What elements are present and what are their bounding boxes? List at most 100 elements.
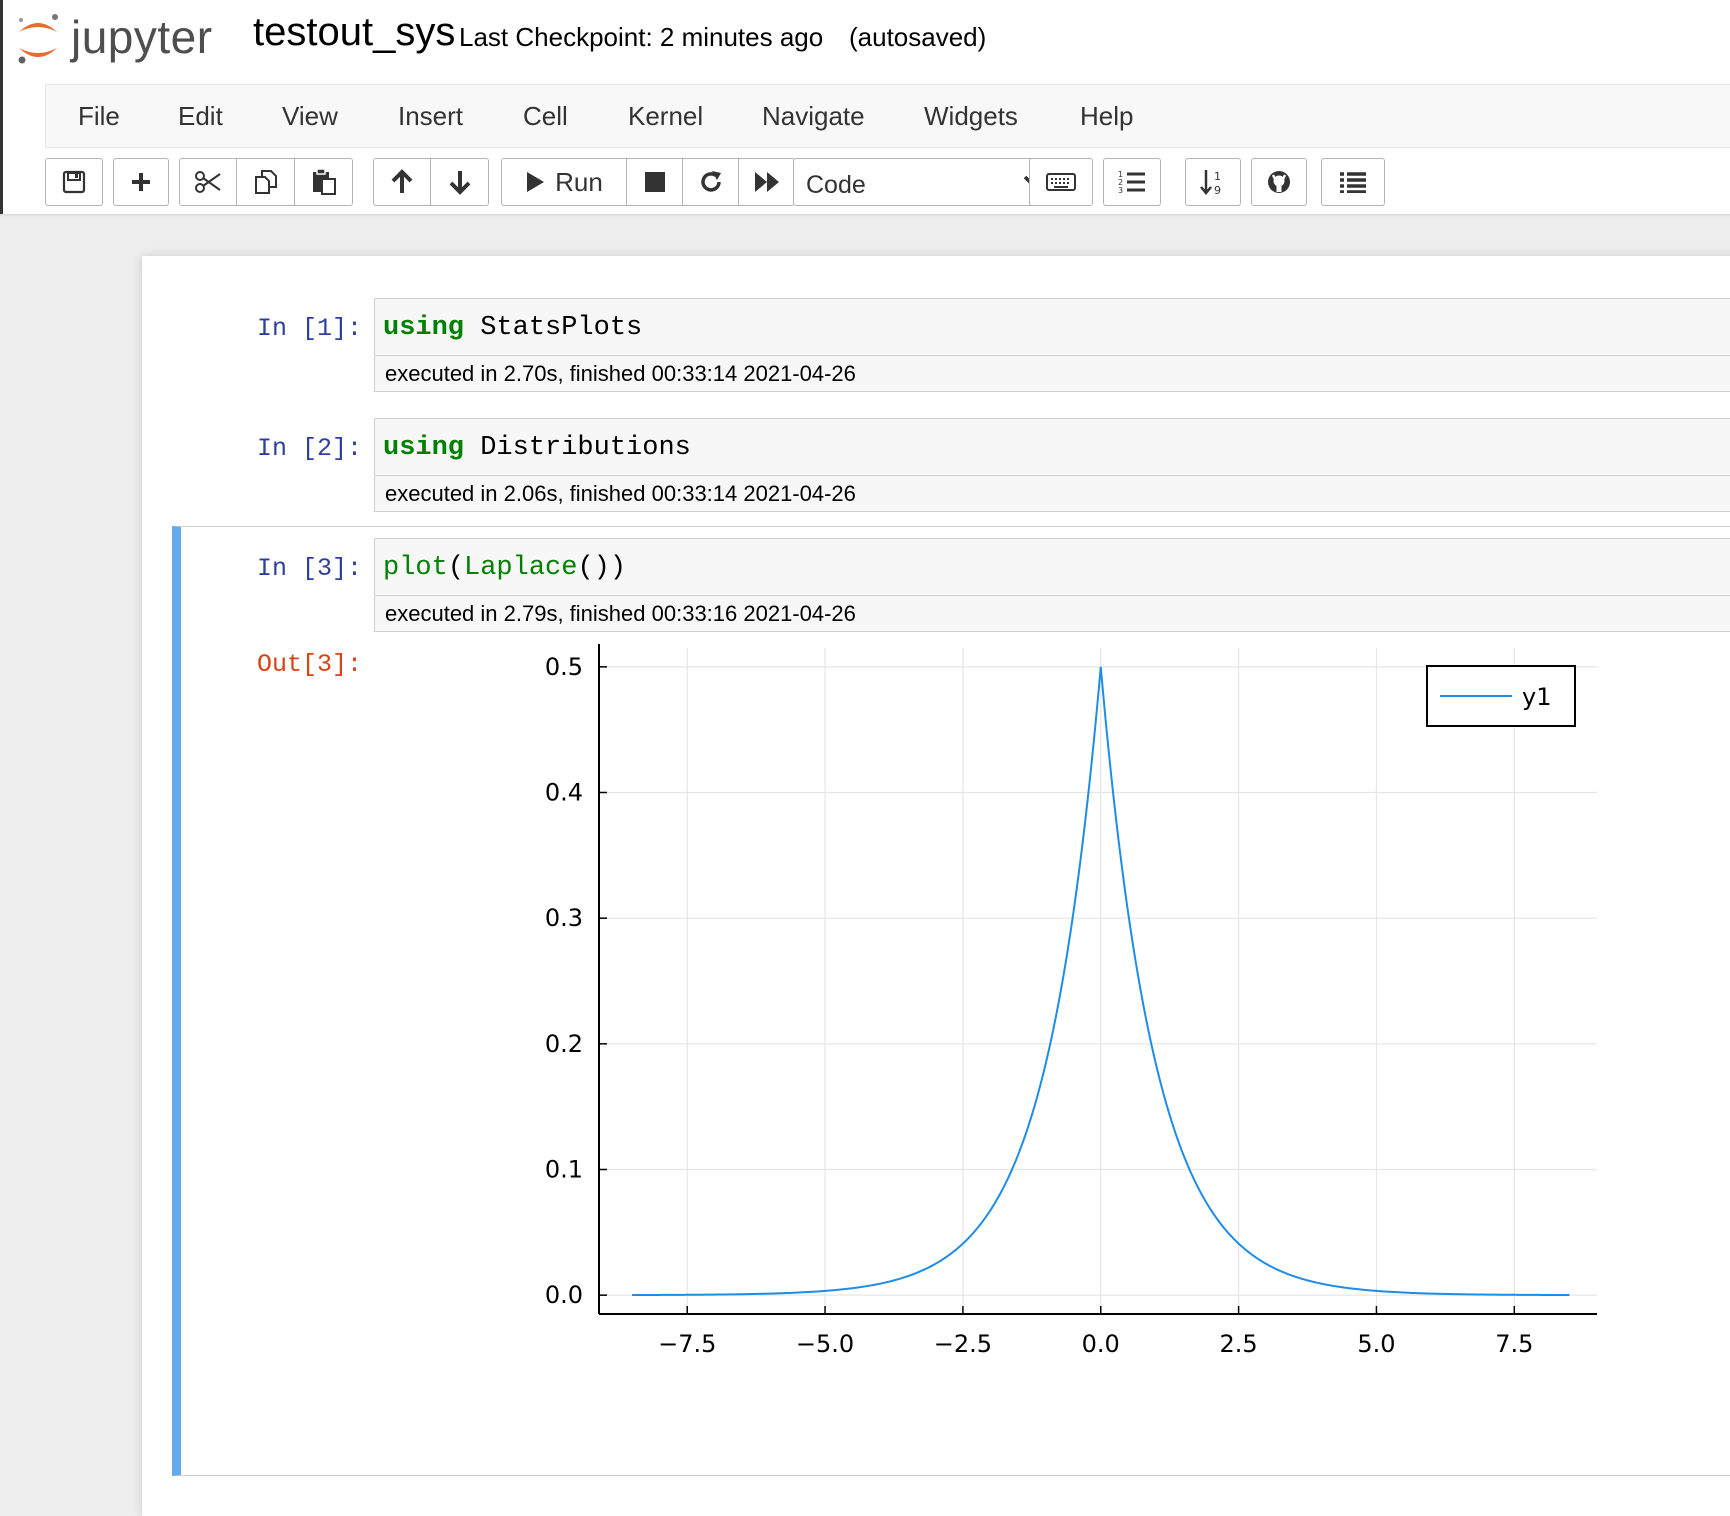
code-keyword: using [383, 433, 465, 463]
laplace-plot: −7.5 −5.0 −2.5 0.0 2.5 5.0 7.5 0.0 0.1 0.2 0.3 0.4 0… [545, 644, 1597, 1358]
restart-run-all-button[interactable] [739, 158, 795, 206]
command-palette-button[interactable] [1029, 158, 1093, 206]
input-prompt: In [3]: [256, 554, 362, 583]
stop-icon [644, 172, 665, 192]
copy-button[interactable] [237, 158, 295, 206]
plot-grid [599, 648, 1597, 1314]
toc-list-button[interactable] [1321, 158, 1385, 206]
x-tick-label: −7.5 [658, 1330, 716, 1358]
save-icon [62, 170, 86, 194]
menu-navigate[interactable]: Navigate [762, 101, 865, 132]
interrupt-button[interactable] [627, 158, 683, 206]
code-text: using StatsPlots [383, 313, 642, 343]
y-tick-label: 0.4 [545, 779, 583, 807]
list-icon [1340, 172, 1366, 193]
arrow-down-icon [449, 171, 470, 195]
copy-icon [254, 170, 277, 194]
github-button[interactable] [1251, 158, 1307, 206]
jupyter-logo[interactable]: jupyter [13, 8, 233, 66]
x-tick-label: −5.0 [796, 1330, 854, 1358]
y-tick-label: 0.1 [545, 1155, 583, 1183]
cut-button[interactable] [179, 158, 237, 206]
jupyter-logo-icon [18, 14, 58, 64]
execution-time: executed in 2.79s, finished 00:33:16 202… [374, 596, 1730, 632]
move-up-button[interactable] [373, 158, 431, 206]
y-tick-label: 0.5 [545, 653, 583, 681]
y-tick-label: 0.2 [545, 1030, 583, 1058]
menu-widgets[interactable]: Widgets [924, 101, 1018, 132]
execution-time-text: executed in 2.70s, finished 00:33:14 202… [385, 361, 856, 386]
notebook-name[interactable]: testout_sys [253, 10, 455, 55]
svg-text:9: 9 [1214, 184, 1221, 196]
autosave-status: (autosaved) [849, 22, 987, 52]
run-label: Run [555, 166, 603, 197]
menu-insert[interactable]: Insert [398, 101, 463, 132]
code-text: plot(Laplace()) [383, 553, 626, 583]
menu-cell[interactable]: Cell [523, 101, 568, 132]
x-tick-label: 0.0 [1082, 1330, 1120, 1358]
menu-edit[interactable]: Edit [178, 101, 223, 132]
code-editor[interactable]: plot(Laplace()) [374, 538, 1730, 596]
y-tick-label: 0.0 [545, 1281, 583, 1309]
plus-icon [132, 173, 150, 191]
y-tick-label: 0.3 [545, 904, 583, 932]
execution-time-text: executed in 2.06s, finished 00:33:14 202… [385, 481, 856, 506]
checkpoint-status: Last Checkpoint: 2 minutes ago [459, 22, 824, 52]
menu-help[interactable]: Help [1080, 101, 1133, 132]
code-paren: ()) [577, 553, 627, 583]
input-prompt: In [2]: [256, 434, 362, 463]
play-icon [527, 172, 545, 192]
svg-text:1: 1 [1214, 170, 1221, 183]
code-module: Distributions [464, 433, 691, 463]
sort-numeric-icon: 19 [1200, 170, 1221, 196]
header-shadow [0, 214, 1730, 218]
menu-kernel[interactable]: Kernel [628, 101, 703, 132]
execution-time-text: executed in 2.79s, finished 00:33:16 202… [385, 601, 856, 626]
save-button[interactable] [45, 158, 103, 206]
toc-numbering-button[interactable]: 123 [1103, 158, 1161, 206]
input-prompt: In [1]: [256, 314, 362, 343]
numbered-list-icon: 123 [1118, 170, 1145, 195]
menu-view[interactable]: View [282, 101, 338, 132]
svg-text:3: 3 [1118, 186, 1123, 195]
code-argument: Laplace [464, 553, 578, 583]
menubar: File Edit View Insert Cell Kernel Naviga… [45, 84, 1730, 148]
x-tick-label: 7.5 [1495, 1330, 1533, 1358]
plot-legend: y1 [1426, 665, 1576, 727]
notebook-container: In [1]: using StatsPlots executed in 2.7… [142, 256, 1730, 1516]
output-prompt: Out[3]: [256, 650, 362, 679]
code-text: using Distributions [383, 433, 691, 463]
paste-button[interactable] [295, 158, 353, 206]
x-tick-label: 5.0 [1357, 1330, 1395, 1358]
scissors-icon [195, 171, 221, 193]
legend-label-y1: y1 [1522, 683, 1551, 711]
code-paren: ( [447, 553, 465, 583]
plot-ticks: −7.5 −5.0 −2.5 0.0 2.5 5.0 7.5 0.0 0.1 0.2 0.3 0.4 0… [545, 653, 1534, 1358]
restart-icon [700, 171, 721, 192]
sort-cells-button[interactable]: 19 [1185, 158, 1241, 206]
code-keyword: using [383, 313, 465, 343]
code-editor[interactable]: using Distributions [374, 418, 1730, 476]
x-tick-label: 2.5 [1220, 1330, 1258, 1358]
paste-icon [312, 168, 336, 195]
github-icon [1268, 171, 1290, 193]
fast-forward-icon [754, 172, 779, 192]
code-module: StatsPlots [464, 313, 643, 343]
restart-kernel-button[interactable] [683, 158, 739, 206]
plot-axes [598, 644, 1597, 1315]
keyboard-icon [1046, 173, 1076, 191]
arrow-up-icon [391, 169, 413, 193]
menu-file[interactable]: File [78, 101, 120, 132]
execution-time: executed in 2.70s, finished 00:33:14 202… [374, 356, 1730, 392]
move-down-button[interactable] [431, 158, 489, 206]
code-editor[interactable]: using StatsPlots [374, 298, 1730, 356]
execution-time: executed in 2.06s, finished 00:33:14 202… [374, 476, 1730, 512]
header: jupyter testout_sys Last Checkpoint: 2 m… [0, 0, 1730, 216]
logo-text: jupyter [71, 11, 213, 63]
run-button[interactable]: Run [501, 158, 627, 206]
cell-type-value: Code [806, 171, 866, 199]
cell-type-select[interactable]: Code [793, 158, 1053, 206]
x-tick-label: −2.5 [934, 1330, 992, 1358]
code-function: plot [383, 553, 448, 583]
insert-cell-button[interactable] [113, 158, 169, 206]
